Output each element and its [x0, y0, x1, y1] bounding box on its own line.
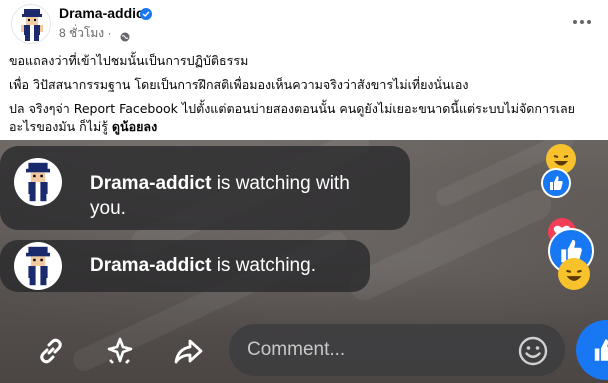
post-caption: ขอแถลงว่าที่เข้าไปชมนั้นเป็นการปฏิบัติธร… — [9, 52, 601, 142]
watching-notification: Drama-addict is watching with you. — [0, 146, 410, 230]
see-less-link[interactable]: ดูน้อยลง — [112, 119, 157, 134]
watching-notification: Drama-addict is watching. — [0, 240, 370, 292]
notification-text: Drama-addict is watching. — [90, 253, 360, 278]
more-options-icon[interactable] — [568, 10, 596, 34]
caption-line-2: เพื่อ วิปัสสนากรรมฐาน โดยเป็นการฝึกสติเพ… — [9, 77, 469, 92]
viewer-avatar — [14, 158, 62, 206]
sparkle-icon[interactable] — [102, 333, 138, 369]
globe-icon — [120, 27, 130, 42]
post-header: Drama-addict 8 ชั่วโมง · — [0, 0, 608, 44]
post-time-text: 8 ชั่วโมง — [59, 26, 105, 40]
comment-placeholder: Comment... — [247, 339, 346, 360]
live-video[interactable]: Drama-addict is watching with you. Drama… — [0, 140, 608, 383]
caption-line-1: ขอแถลงว่าที่เข้าไปชมนั้นเป็นการปฏิบัติธร… — [9, 53, 249, 68]
caption-line-3a: ปล จริงๆจ่า Report Facebook ไปตั้งแต่ตอน… — [9, 101, 575, 116]
notification-message: is watching. — [211, 255, 316, 276]
like-icon[interactable] — [576, 320, 608, 380]
like-reaction-icon — [541, 168, 571, 198]
emoji-icon[interactable] — [517, 335, 549, 367]
haha-reaction-icon — [558, 258, 590, 290]
share-icon[interactable] — [170, 333, 206, 369]
caption-line-3: ปล จริงๆจ่า Report Facebook ไปตั้งแต่ตอน… — [9, 100, 601, 136]
notification-text: Drama-addict is watching with you. — [90, 171, 390, 221]
viewer-name: Drama-addict — [90, 173, 212, 194]
caption-line-3b: อะไรของมัน ก็ไม่รู้ — [9, 119, 112, 134]
link-icon[interactable] — [33, 333, 69, 369]
viewer-avatar — [14, 242, 62, 290]
verified-badge-icon — [140, 8, 152, 20]
comment-input[interactable]: Comment... — [229, 324, 565, 376]
page-avatar[interactable] — [11, 4, 51, 44]
page-name[interactable]: Drama-addict — [59, 5, 148, 21]
time-separator: · — [107, 26, 112, 40]
post-timestamp[interactable]: 8 ชั่วโมง · — [59, 24, 111, 43]
viewer-name: Drama-addict — [90, 255, 212, 276]
live-controls: Comment... — [0, 320, 608, 383]
